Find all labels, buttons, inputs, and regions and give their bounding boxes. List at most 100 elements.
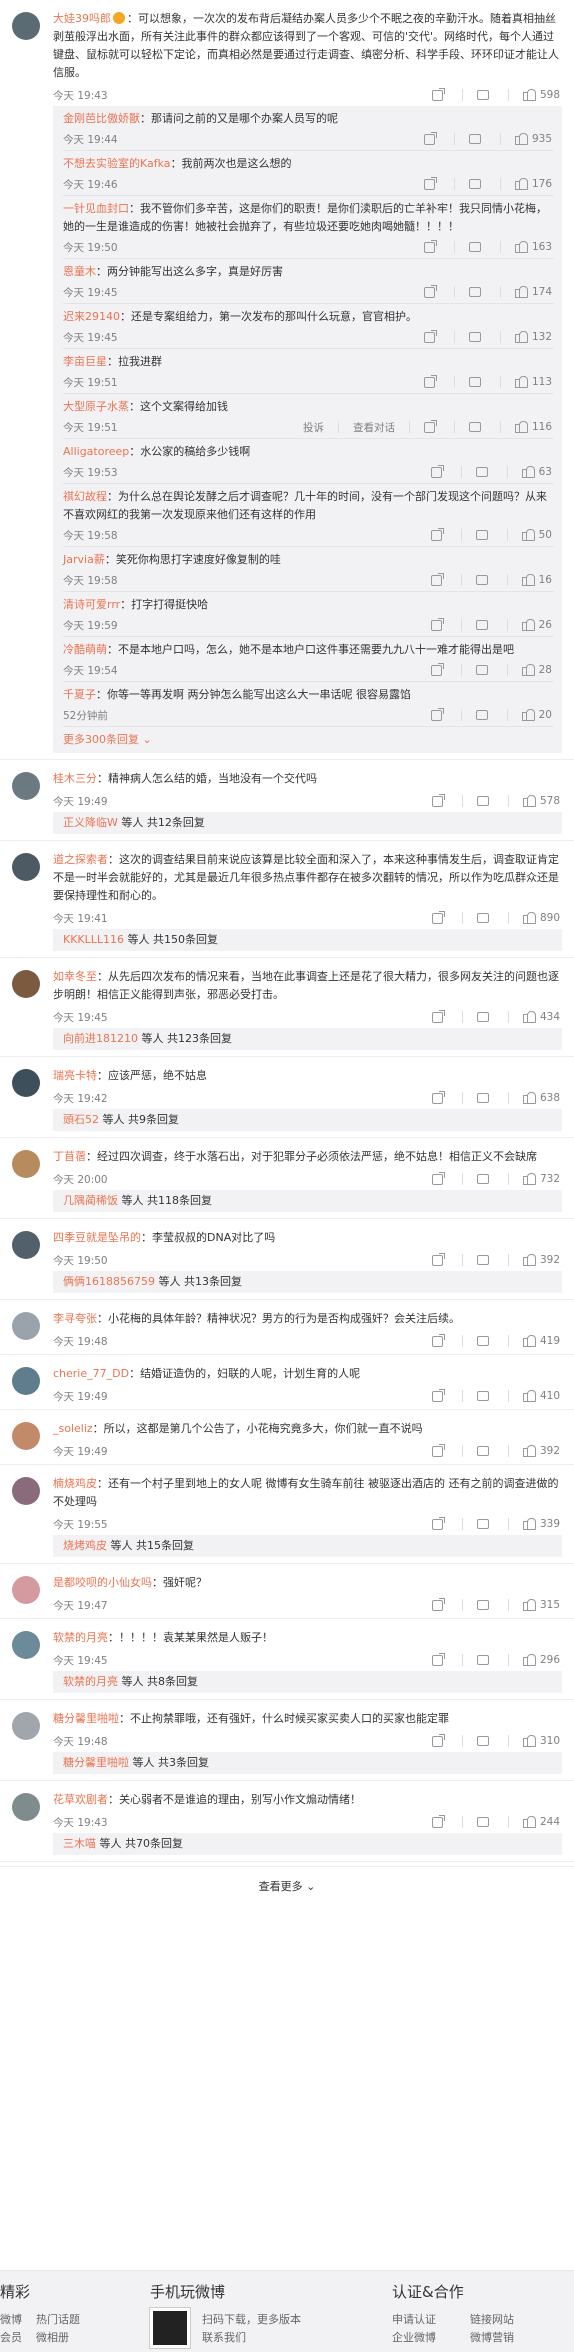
reply-button[interactable] bbox=[467, 179, 488, 189]
footer-link[interactable]: 企业微博 bbox=[392, 2329, 436, 2345]
like-button[interactable]: 638 bbox=[521, 1092, 562, 1104]
reply-author[interactable]: 三木喵 bbox=[63, 1837, 96, 1850]
like-button[interactable]: 50 bbox=[520, 529, 554, 541]
reply-button[interactable] bbox=[467, 287, 488, 297]
avatar[interactable] bbox=[12, 1576, 40, 1604]
sub-comment-author[interactable]: 大型原子水蒸 bbox=[63, 400, 129, 413]
share-button[interactable] bbox=[422, 239, 442, 253]
share-button[interactable] bbox=[422, 329, 442, 343]
share-button[interactable] bbox=[430, 1171, 450, 1185]
like-button[interactable]: 113 bbox=[513, 376, 554, 388]
avatar[interactable] bbox=[12, 1150, 40, 1178]
reply-author[interactable]: 烧烤鸡皮 bbox=[63, 1539, 107, 1552]
footer-link[interactable]: 微博营销 bbox=[470, 2329, 514, 2345]
reply-author[interactable]: 正义降临W bbox=[63, 816, 118, 829]
share-button[interactable] bbox=[430, 87, 450, 101]
comment-author[interactable]: 四季豆就是坠吊的 bbox=[53, 1231, 141, 1244]
comment-author[interactable]: 是都咬呗的小仙女吗 bbox=[53, 1576, 152, 1589]
share-button[interactable] bbox=[429, 464, 449, 478]
sub-comment-author[interactable]: Alligatoreep bbox=[63, 445, 129, 458]
like-button[interactable]: 132 bbox=[513, 331, 554, 343]
share-button[interactable] bbox=[422, 176, 442, 190]
share-button[interactable] bbox=[430, 1443, 450, 1457]
reply-summary[interactable]: 頭石52 等人 共9条回复 bbox=[53, 1109, 562, 1131]
comment-author[interactable]: 桂木三分 bbox=[53, 772, 97, 785]
share-button[interactable] bbox=[430, 1814, 450, 1828]
footer-link[interactable]: 联系我们 bbox=[202, 2329, 246, 2345]
like-button[interactable]: 26 bbox=[520, 619, 554, 631]
like-button[interactable]: 16 bbox=[520, 574, 554, 586]
comment-author[interactable]: 糖分馨里啪啦 bbox=[53, 1712, 119, 1725]
comment-author[interactable]: 大娃39吗郎 bbox=[53, 12, 111, 25]
reply-button[interactable] bbox=[467, 377, 488, 387]
comment-author[interactable]: 道之探索者 bbox=[53, 853, 108, 866]
reply-author[interactable]: 俩俩1618856759 bbox=[63, 1275, 155, 1288]
reply-author[interactable]: 糖分馨里啪啦 bbox=[63, 1756, 129, 1769]
reply-summary[interactable]: 软禁的月亮 等人 共8条回复 bbox=[53, 1671, 562, 1693]
sub-comment-author[interactable]: 恩童木 bbox=[63, 265, 96, 278]
share-button[interactable] bbox=[429, 662, 449, 676]
avatar[interactable] bbox=[12, 1069, 40, 1097]
like-button[interactable]: 419 bbox=[521, 1335, 562, 1347]
like-button[interactable]: 392 bbox=[521, 1445, 562, 1457]
like-button[interactable]: 935 bbox=[513, 133, 554, 145]
avatar[interactable] bbox=[12, 853, 40, 881]
reply-button[interactable] bbox=[474, 665, 495, 675]
like-button[interactable]: 296 bbox=[521, 1654, 562, 1666]
reply-author[interactable]: 几隅蔺稀饭 bbox=[63, 1194, 118, 1207]
like-button[interactable]: 176 bbox=[513, 178, 554, 190]
reply-button[interactable] bbox=[467, 134, 488, 144]
reply-button[interactable] bbox=[475, 1255, 496, 1265]
reply-author[interactable]: 向前进181210 bbox=[63, 1032, 138, 1045]
comment-author[interactable]: cherie_77_DD bbox=[53, 1367, 129, 1380]
share-button[interactable] bbox=[429, 617, 449, 631]
reply-button[interactable] bbox=[474, 620, 495, 630]
like-button[interactable]: 732 bbox=[521, 1173, 562, 1185]
comment-author[interactable]: _soleliz bbox=[53, 1422, 93, 1435]
share-button[interactable] bbox=[429, 707, 449, 721]
footer-link[interactable]: 热门话题 bbox=[36, 2311, 80, 2327]
reply-button[interactable] bbox=[475, 1655, 496, 1665]
reply-button[interactable] bbox=[475, 1446, 496, 1456]
sub-comment-author[interactable]: 冷酷萌萌 bbox=[63, 643, 107, 656]
sub-comment-author[interactable]: 不想去实验室的Kafka bbox=[63, 157, 171, 170]
avatar[interactable] bbox=[12, 1477, 40, 1505]
reply-button[interactable] bbox=[467, 332, 488, 342]
share-button[interactable] bbox=[430, 1009, 450, 1023]
share-button[interactable] bbox=[429, 572, 449, 586]
reply-button[interactable] bbox=[475, 90, 496, 100]
reply-button[interactable] bbox=[475, 1519, 496, 1529]
like-button[interactable]: 174 bbox=[513, 286, 554, 298]
reply-author[interactable]: 頭石52 bbox=[63, 1113, 99, 1126]
share-button[interactable] bbox=[422, 374, 442, 388]
share-button[interactable] bbox=[430, 1388, 450, 1402]
comment-author[interactable]: 丁苜蓿 bbox=[53, 1150, 86, 1163]
reply-author[interactable]: KKKLLL116 bbox=[63, 933, 124, 946]
like-button[interactable]: 890 bbox=[521, 912, 562, 924]
share-button[interactable] bbox=[422, 284, 442, 298]
reply-summary[interactable]: 向前进181210 等人 共123条回复 bbox=[53, 1028, 562, 1050]
share-button[interactable] bbox=[430, 793, 450, 807]
avatar[interactable] bbox=[12, 1231, 40, 1259]
sub-comment-author[interactable]: 迟来29140 bbox=[63, 310, 120, 323]
sub-comment-author[interactable]: 一针见血封口 bbox=[63, 202, 129, 215]
reply-button[interactable] bbox=[474, 575, 495, 585]
sub-comment-author[interactable]: 李亩巨星 bbox=[63, 355, 107, 368]
reply-button[interactable] bbox=[475, 1174, 496, 1184]
reply-button[interactable] bbox=[467, 422, 488, 432]
like-button[interactable]: 392 bbox=[521, 1254, 562, 1266]
like-button[interactable]: 163 bbox=[513, 241, 554, 253]
share-button[interactable] bbox=[430, 1252, 450, 1266]
footer-link[interactable]: 微相册 bbox=[36, 2329, 69, 2345]
reply-button[interactable] bbox=[475, 1736, 496, 1746]
reply-button[interactable] bbox=[475, 913, 496, 923]
avatar[interactable] bbox=[12, 1422, 40, 1450]
avatar[interactable] bbox=[12, 12, 40, 40]
comment-author[interactable]: 李寻夸张 bbox=[53, 1312, 97, 1325]
like-button[interactable]: 20 bbox=[520, 709, 554, 721]
share-button[interactable] bbox=[430, 1652, 450, 1666]
footer-link[interactable]: 微博 bbox=[0, 2311, 22, 2327]
reply-summary[interactable]: 正义降临W 等人 共12条回复 bbox=[53, 812, 562, 834]
comment-author[interactable]: 楠烧鸡皮 bbox=[53, 1477, 97, 1490]
like-button[interactable]: 598 bbox=[521, 89, 562, 101]
